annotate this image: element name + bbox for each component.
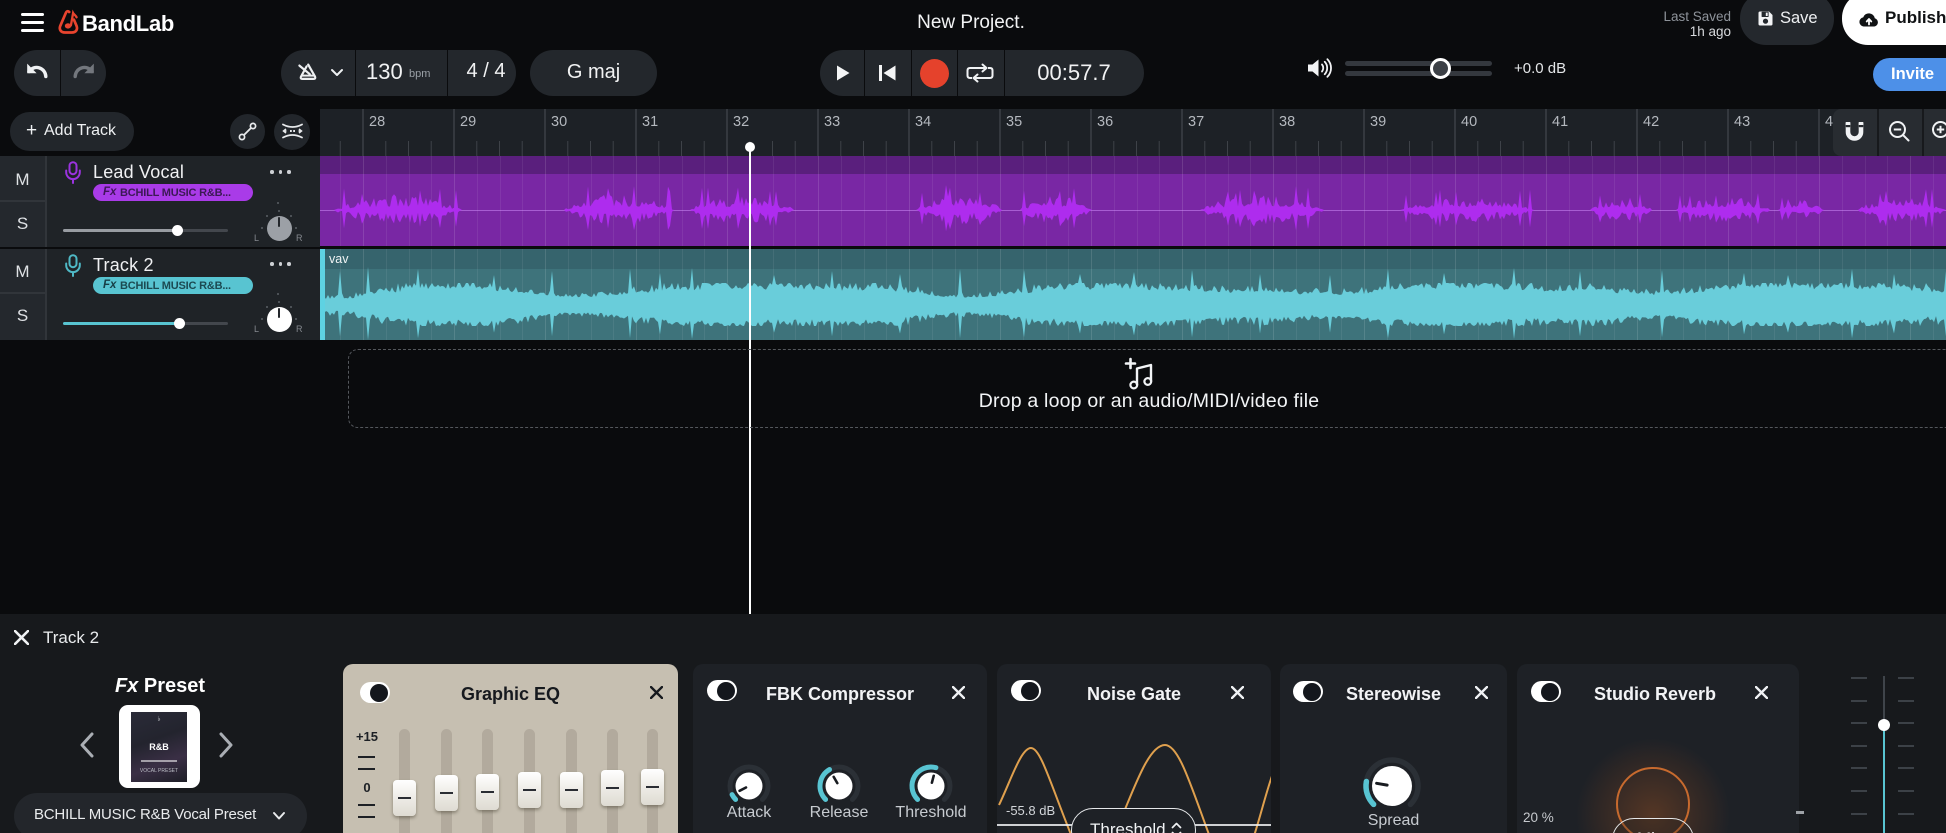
svg-text:41: 41: [1552, 114, 1568, 130]
svg-text:42: 42: [1643, 114, 1659, 130]
svg-text:38: 38: [1279, 114, 1295, 130]
svg-text:37: 37: [1188, 114, 1204, 130]
svg-text:39: 39: [1370, 114, 1386, 130]
svg-text:32: 32: [733, 114, 749, 130]
svg-text:34: 34: [915, 114, 931, 130]
svg-text:31: 31: [642, 114, 658, 130]
svg-text:28: 28: [369, 114, 385, 130]
svg-text:40: 40: [1461, 114, 1477, 130]
svg-text:36: 36: [1097, 114, 1113, 130]
svg-text:29: 29: [460, 114, 476, 130]
svg-text:30: 30: [551, 114, 567, 130]
svg-text:43: 43: [1734, 114, 1750, 130]
svg-text:35: 35: [1006, 114, 1022, 130]
svg-text:33: 33: [824, 114, 840, 130]
